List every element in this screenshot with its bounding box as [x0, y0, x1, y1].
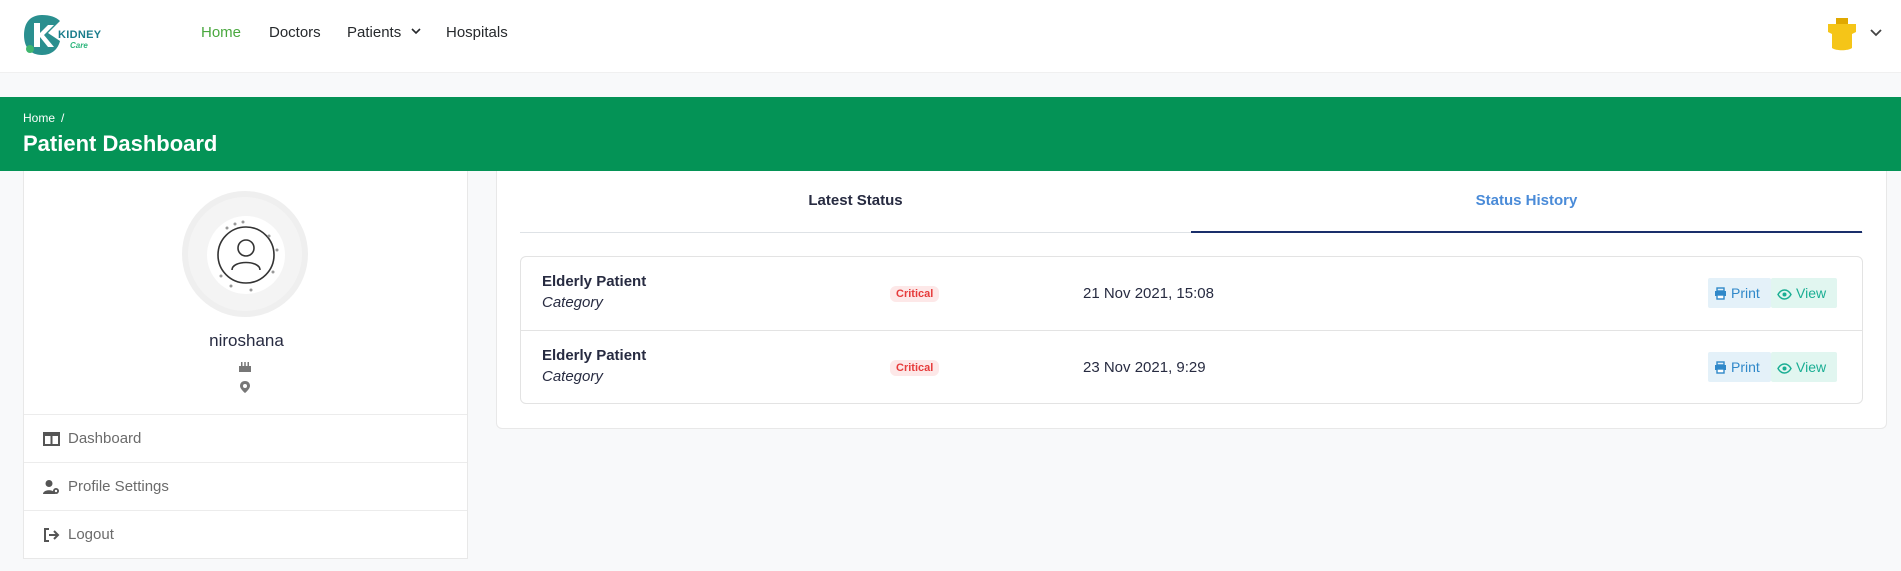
- profile-menu: Dashboard Profile Settings Logout: [24, 414, 467, 558]
- birthday-cake-icon: [239, 362, 251, 372]
- breadcrumb-home[interactable]: Home: [23, 111, 55, 125]
- eye-icon: [1777, 363, 1792, 374]
- page-title: Patient Dashboard: [23, 131, 218, 156]
- menu-item-label: Dashboard: [68, 430, 142, 447]
- category-label: Category: [542, 368, 603, 385]
- status-date: 23 Nov 2021, 9:29: [1083, 359, 1206, 376]
- view-button[interactable]: View: [1771, 352, 1837, 382]
- print-icon: [1715, 361, 1726, 374]
- menu-item-logout[interactable]: Logout: [24, 510, 467, 558]
- status-badge: Critical: [890, 360, 940, 376]
- menu-item-profile-settings[interactable]: Profile Settings: [24, 462, 467, 510]
- tab-latest-status[interactable]: Latest Status: [520, 171, 1191, 233]
- category-name: Elderly Patient: [542, 273, 647, 290]
- menu-item-label: Profile Settings: [68, 478, 169, 495]
- chevron-down-icon: [411, 28, 421, 35]
- status-date: 21 Nov 2021, 15:08: [1083, 285, 1214, 302]
- menu-item-label: Logout: [68, 526, 114, 543]
- print-label: Print: [1731, 359, 1760, 375]
- user-placeholder-icon: [217, 220, 279, 292]
- breadcrumb-banner: Home / Patient Dashboard: [0, 97, 1901, 171]
- patient-name: niroshana: [209, 331, 284, 350]
- columns-icon: [43, 432, 60, 446]
- menu-item-dashboard[interactable]: Dashboard: [24, 414, 467, 462]
- table-row: Elderly Patient Category Critical 21 Nov…: [521, 257, 1862, 330]
- breadcrumb: Home /: [23, 111, 64, 125]
- category-label: Category: [542, 294, 603, 311]
- eye-icon: [1777, 289, 1792, 300]
- nav-hospitals[interactable]: Hospitals: [446, 24, 508, 41]
- sign-out-icon: [44, 528, 60, 542]
- profile-sidebar: niroshana Dashboard Profile Settings Log…: [23, 171, 468, 559]
- nav-patients-label: Patients: [347, 24, 402, 41]
- breadcrumb-separator: /: [61, 111, 65, 125]
- status-tabs: Latest Status Status History: [520, 171, 1863, 233]
- logo-text: KIDNEY: [58, 29, 102, 41]
- kidney-care-logo[interactable]: KIDNEY Care: [22, 11, 108, 59]
- user-avatar-icon: [1828, 18, 1856, 51]
- user-menu[interactable]: [1826, 16, 1886, 56]
- avatar: [182, 191, 308, 317]
- table-row: Elderly Patient Category Critical 23 Nov…: [521, 330, 1862, 403]
- category-name: Elderly Patient: [542, 347, 647, 364]
- map-marker-icon: [240, 381, 250, 393]
- view-label: View: [1796, 359, 1827, 375]
- user-cog-icon: [43, 480, 59, 494]
- tab-status-history[interactable]: Status History: [1191, 171, 1862, 233]
- print-button[interactable]: Print: [1708, 278, 1771, 308]
- status-history-list: Elderly Patient Category Critical 21 Nov…: [520, 256, 1863, 404]
- print-button[interactable]: Print: [1708, 352, 1771, 382]
- logo-subtext: Care: [70, 41, 88, 50]
- view-button[interactable]: View: [1771, 278, 1837, 308]
- nav-patients[interactable]: Patients: [347, 24, 421, 41]
- chevron-down-icon: [1870, 29, 1882, 37]
- status-panel: Latest Status Status History Elderly Pat…: [496, 171, 1887, 429]
- status-badge: Critical: [890, 286, 940, 302]
- top-navbar: KIDNEY Care Home Doctors Patients Hospit…: [0, 0, 1901, 73]
- print-icon: [1715, 287, 1726, 300]
- nav-home[interactable]: Home: [201, 24, 241, 41]
- view-label: View: [1796, 285, 1827, 301]
- nav-doctors[interactable]: Doctors: [269, 24, 321, 41]
- logo-mark-icon: [24, 15, 60, 55]
- print-label: Print: [1731, 285, 1760, 301]
